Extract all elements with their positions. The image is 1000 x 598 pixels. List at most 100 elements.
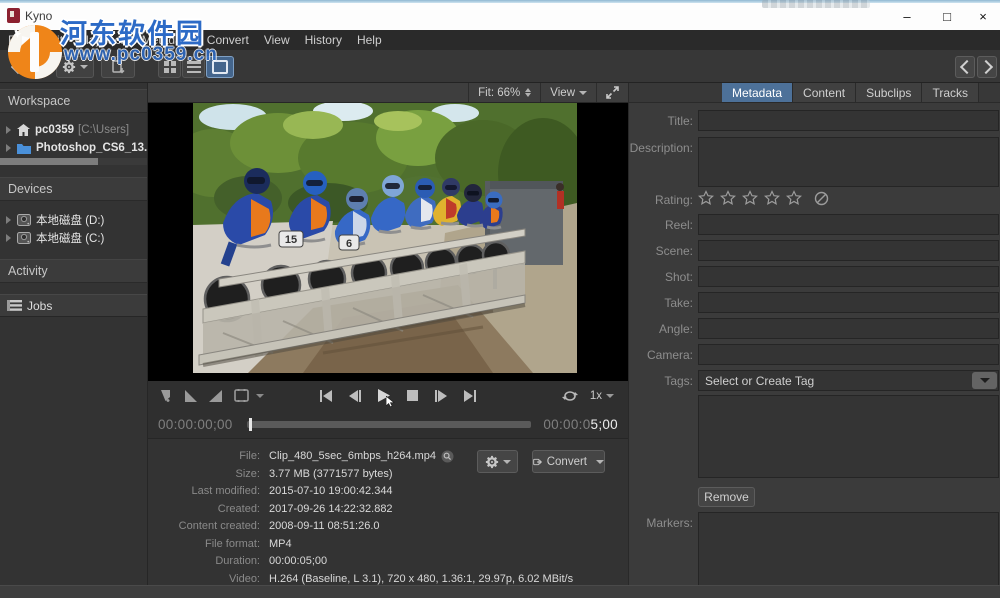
forward-button[interactable] [28,56,50,78]
grid-icon [164,61,176,73]
list-icon [187,61,201,73]
step-forward-button[interactable] [435,390,447,402]
spinner-arrows-icon[interactable] [525,88,531,97]
minimize-button[interactable]: – [890,3,924,30]
view-dropdown[interactable]: View [540,83,596,102]
menu-playback[interactable]: Playback [78,33,127,47]
menu-convert[interactable]: Convert [207,33,249,47]
add-marker-button[interactable] [160,389,172,403]
fullscreen-button[interactable] [596,83,628,102]
loop-button[interactable] [562,390,578,402]
markers-label: Markers: [629,516,693,530]
angle-label: Angle: [629,322,693,336]
clip-actions-gear-button[interactable] [477,450,518,473]
playback-speed-control[interactable]: 1x [590,390,614,402]
clear-rating-icon[interactable] [814,191,829,206]
set-in-point-button[interactable] [184,390,197,402]
title-field[interactable] [698,110,999,131]
expand-caret-icon[interactable] [6,234,11,242]
go-to-start-button[interactable] [320,390,332,402]
tab-metadata[interactable]: Metadata [722,83,793,102]
expand-caret-icon[interactable] [6,144,11,152]
paste-into-button[interactable] [101,56,135,78]
star-icon[interactable] [720,190,736,206]
menu-view[interactable]: View [264,33,290,47]
tags-dropdown-button[interactable] [972,372,997,389]
export-icon [533,456,542,468]
workspace-item-label: Photoshop_CS6_13.0.0 [ [36,142,147,154]
seek-bar[interactable] [247,421,532,428]
tab-tracks[interactable]: Tracks [922,83,979,102]
next-icon [978,60,992,74]
scene-field[interactable] [698,240,999,261]
view-dropdown-label: View [550,87,575,99]
back-button[interactable] [5,56,27,78]
reveal-search-icon[interactable] [441,450,454,463]
sidebar-item-jobs[interactable]: Jobs [0,294,147,317]
menu-metadata[interactable]: Metadata [142,33,192,47]
expand-caret-icon[interactable] [6,216,11,224]
convert-button[interactable]: Convert [532,450,605,473]
sidebar-item-pc0359[interactable]: pc0359 [C:\Users] [0,121,147,139]
video-viewport[interactable]: 15 6 [148,103,628,381]
fit-zoom-label: Fit: 66% [478,87,520,99]
maximize-button[interactable]: □ [930,3,964,30]
bottom-scrollbar[interactable] [0,585,1000,598]
description-label: Description: [629,141,693,155]
tags-list-box[interactable] [698,395,999,478]
camera-label: Camera: [629,348,693,362]
rating-stars[interactable] [698,190,829,206]
sidebar-item-drive-d[interactable]: 本地磁盘 (D:) [0,211,147,229]
subclip-frame-button[interactable] [234,389,264,402]
tags-label: Tags: [629,374,693,388]
fileinfo-label: Last modified: [148,483,260,501]
playhead[interactable] [249,418,252,431]
sidebar-horizontal-scrollbar[interactable] [0,158,147,165]
previous-clip-button[interactable] [955,56,975,78]
star-icon[interactable] [764,190,780,206]
sidebar-item-drive-c[interactable]: 本地磁盘 (C:) [0,229,147,247]
jobs-queue-icon [7,300,22,311]
jobs-label: Jobs [27,299,52,313]
folder-icon [17,143,31,154]
toolbar-gear-button[interactable] [56,56,94,78]
fit-zoom-control[interactable]: Fit: 66% [468,83,540,102]
play-button[interactable] [378,389,390,402]
close-button[interactable]: × [966,3,1000,30]
title-bar[interactable]: Kyno – □ × [0,3,1000,30]
sidebar-item-photoshop-folder[interactable]: Photoshop_CS6_13.0.0 [ [0,139,147,157]
go-to-end-button[interactable] [464,390,476,402]
single-view-toggle[interactable] [206,56,234,78]
tab-content[interactable]: Content [793,83,856,102]
take-field[interactable] [698,292,999,313]
file-info-panel: File: Clip_480_5sec_6mbps_h264.mp4 Size:… [148,438,628,585]
tags-dropdown[interactable]: Select or Create Tag [698,370,999,391]
forward-icon [30,60,44,74]
expand-caret-icon[interactable] [6,126,11,134]
camera-field[interactable] [698,344,999,365]
step-back-button[interactable] [349,390,361,402]
grid-view-toggle[interactable] [158,56,181,78]
reel-field[interactable] [698,214,999,235]
menu-help[interactable]: Help [357,33,382,47]
menu-history[interactable]: History [305,33,342,47]
remove-tag-button[interactable]: Remove [698,487,755,507]
list-view-toggle[interactable] [182,56,205,78]
tab-subclips[interactable]: Subclips [856,83,922,102]
star-icon[interactable] [698,190,714,206]
fileinfo-label: File format: [148,536,260,554]
fileinfo-label: Size: [148,466,260,484]
workspace-header: Workspace [0,89,147,113]
angle-field[interactable] [698,318,999,339]
reel-label: Reel: [629,218,693,232]
stop-button[interactable] [407,390,418,401]
menu-edit[interactable]: Edit [42,33,63,47]
next-clip-button[interactable] [977,56,997,78]
scrollbar-thumb[interactable] [0,158,98,165]
description-field[interactable] [698,137,999,187]
star-icon[interactable] [786,190,802,206]
set-out-point-button[interactable] [209,390,222,402]
shot-field[interactable] [698,266,999,287]
star-icon[interactable] [742,190,758,206]
menu-file[interactable]: File [8,33,27,47]
